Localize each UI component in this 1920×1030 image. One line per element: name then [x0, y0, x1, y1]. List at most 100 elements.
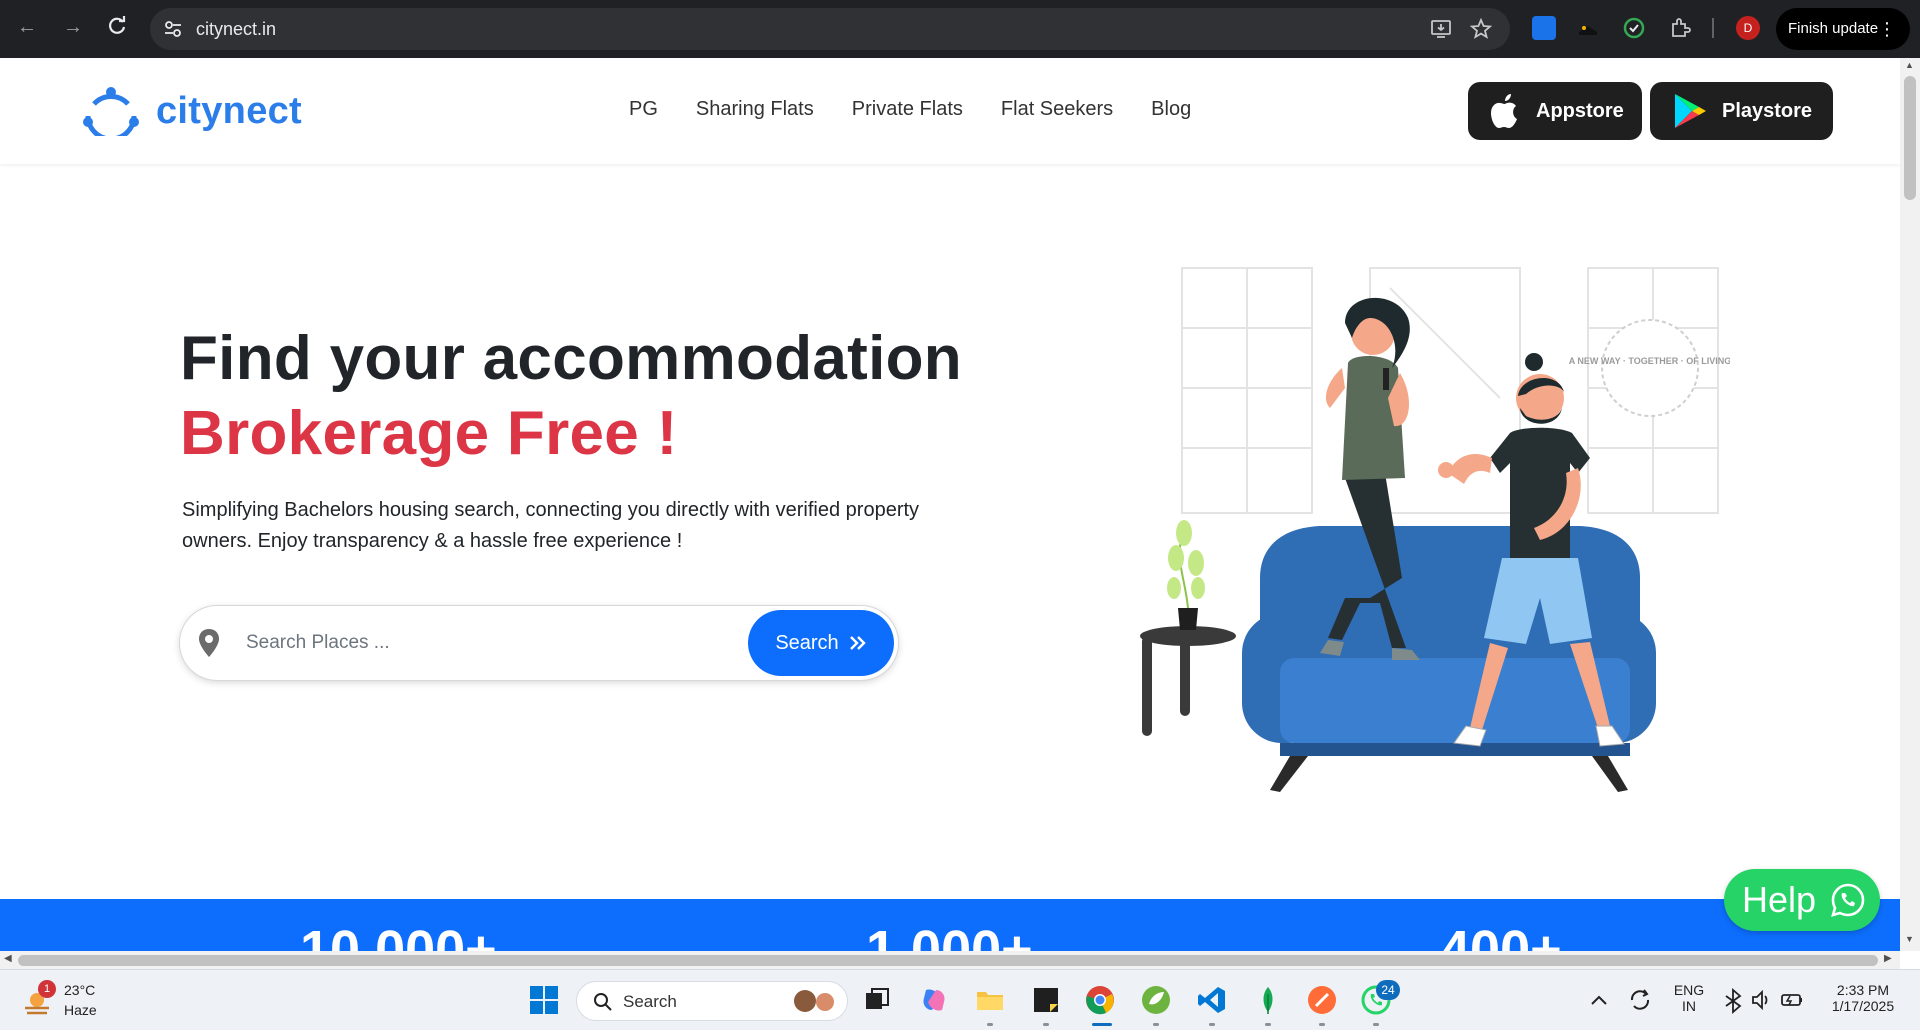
chevron-up-icon[interactable] [1588, 984, 1610, 1016]
running-indicator [1043, 1023, 1049, 1026]
url-text[interactable]: citynect.in [196, 19, 276, 40]
stat-value: 400+ [1440, 920, 1562, 951]
windows-start-icon[interactable] [528, 984, 560, 1016]
apple-icon [1491, 94, 1517, 128]
language-indicator[interactable]: ENG IN [1672, 982, 1706, 1014]
appstore-button[interactable]: Appstore [1468, 82, 1642, 140]
browser-toolbar: ← → citynect.in D Finish update ⋮ [0, 0, 1920, 58]
vertical-scrollbar[interactable]: ▲ ▼ [1900, 58, 1920, 951]
finish-update-button[interactable]: Finish update ⋮ [1776, 8, 1910, 50]
playstore-button[interactable]: Playstore [1650, 82, 1833, 140]
bookmark-star-icon[interactable] [1470, 18, 1492, 40]
double-chevron-right-icon [849, 636, 866, 650]
stat-value: 10,000+ [300, 920, 497, 951]
install-app-icon[interactable] [1430, 18, 1452, 40]
search-places-input[interactable] [246, 622, 646, 664]
running-indicator [1209, 1023, 1215, 1026]
stats-band: 10,000+ 1,000+ 400+ [0, 899, 1900, 951]
search-highlight-icon [794, 990, 834, 1012]
search-box: Search [180, 606, 898, 680]
volume-icon[interactable] [1750, 984, 1772, 1016]
site-settings-icon[interactable] [164, 20, 182, 38]
weather-condition: Haze [64, 1002, 97, 1018]
nav-link-pg[interactable]: PG [629, 98, 658, 121]
chrome-icon[interactable] [1084, 984, 1116, 1016]
search-icon [594, 993, 612, 1011]
horizontal-scroll-thumb[interactable] [18, 955, 1878, 966]
extension-s-icon[interactable] [1532, 16, 1556, 40]
weather-alert-badge: 1 [38, 980, 56, 998]
back-icon[interactable]: ← [14, 14, 40, 40]
battery-icon[interactable] [1780, 984, 1804, 1016]
extension-check-icon[interactable] [1622, 16, 1646, 40]
stat-value: 1,000+ [866, 920, 1033, 951]
whatsapp-icon [1831, 883, 1865, 917]
language-bottom: IN [1682, 998, 1696, 1014]
running-indicator [987, 1023, 993, 1026]
windows-taskbar: 1 23°C Haze Search 24 ENG IN 2:33 PM 1/1… [0, 969, 1920, 1030]
reload-icon[interactable] [104, 14, 130, 40]
finish-update-label: Finish update [1788, 20, 1879, 37]
postman-icon[interactable] [1306, 984, 1338, 1016]
mongodb-compass-icon[interactable] [1252, 984, 1284, 1016]
scroll-up-icon[interactable]: ▲ [1905, 60, 1914, 70]
task-view-icon[interactable] [862, 984, 894, 1016]
whatsapp-notification-badge: 24 [1376, 980, 1400, 1000]
more-menu-icon[interactable]: ⋮ [1878, 8, 1896, 50]
clock[interactable]: 2:33 PM 1/17/2025 [1818, 982, 1908, 1014]
illustration-badge-text: A NEW WAY · TOGETHER · OF LIVING [1569, 356, 1730, 366]
extensions-puzzle-icon[interactable] [1668, 16, 1692, 40]
running-indicator [1265, 1023, 1271, 1026]
spring-tool-icon[interactable] [1140, 984, 1172, 1016]
extension-dark-icon[interactable] [1576, 16, 1600, 40]
vscode-icon[interactable] [1196, 984, 1228, 1016]
google-play-icon [1675, 94, 1706, 128]
sync-icon[interactable] [1626, 984, 1654, 1016]
hero-accent: Brokerage Free ! [180, 399, 678, 468]
main-nav: PG Sharing Flats Private Flats Flat Seek… [629, 98, 1191, 121]
nav-link-blog[interactable]: Blog [1151, 98, 1191, 121]
running-indicator [1373, 1023, 1379, 1026]
horizontal-scrollbar[interactable]: ◀ ▶ [0, 951, 1900, 969]
sticky-notes-icon[interactable] [1030, 984, 1062, 1016]
help-whatsapp-button[interactable]: Help [1724, 869, 1880, 931]
appstore-label: Appstore [1536, 99, 1624, 122]
brand-logo[interactable]: citynect [80, 86, 302, 136]
nav-link-flat-seekers[interactable]: Flat Seekers [1001, 98, 1113, 121]
help-label: Help [1742, 879, 1817, 920]
active-indicator [1092, 1023, 1112, 1026]
language-top: ENG [1673, 982, 1705, 998]
brand-name: citynect [156, 89, 303, 132]
network-icon[interactable] [1722, 984, 1744, 1016]
scroll-down-icon[interactable]: ▼ [1905, 934, 1914, 944]
hero-description: Simplifying Bachelors housing search, co… [182, 499, 920, 552]
weather-widget[interactable]: 1 23°C Haze [22, 980, 142, 1022]
file-explorer-icon[interactable] [974, 984, 1006, 1016]
forward-icon[interactable]: → [60, 14, 86, 40]
page-viewport: citynect PG Sharing Flats Private Flats … [0, 58, 1900, 951]
scroll-left-icon[interactable]: ◀ [4, 953, 12, 964]
address-bar[interactable]: citynect.in [150, 8, 1510, 50]
taskbar-search-label: Search [623, 992, 677, 1011]
clock-time: 2:33 PM [1836, 982, 1890, 998]
vertical-scroll-thumb[interactable] [1904, 76, 1916, 200]
search-button-label: Search [775, 631, 839, 654]
hero-title: Find your accommodation [180, 324, 962, 393]
scroll-right-icon[interactable]: ▶ [1884, 953, 1892, 964]
playstore-label: Playstore [1722, 99, 1813, 122]
citynect-logo-icon [83, 87, 139, 136]
nav-link-private-flats[interactable]: Private Flats [852, 98, 963, 121]
weather-temperature: 23°C [64, 982, 96, 998]
side-table-with-plant [1140, 520, 1236, 736]
window-grid-left [1181, 267, 1313, 514]
search-button[interactable]: Search [748, 610, 894, 676]
profile-avatar[interactable]: D [1736, 16, 1760, 40]
copilot-icon[interactable] [918, 984, 950, 1016]
clock-date: 1/17/2025 [1831, 998, 1895, 1014]
running-indicator [1319, 1023, 1325, 1026]
nav-link-sharing-flats[interactable]: Sharing Flats [696, 98, 814, 121]
toolbar-divider [1712, 18, 1714, 38]
badge-circle [1601, 319, 1699, 417]
taskbar-search[interactable]: Search [576, 981, 848, 1021]
hero-illustration: A NEW WAY · TOGETHER · OF LIVING [1140, 267, 1730, 792]
